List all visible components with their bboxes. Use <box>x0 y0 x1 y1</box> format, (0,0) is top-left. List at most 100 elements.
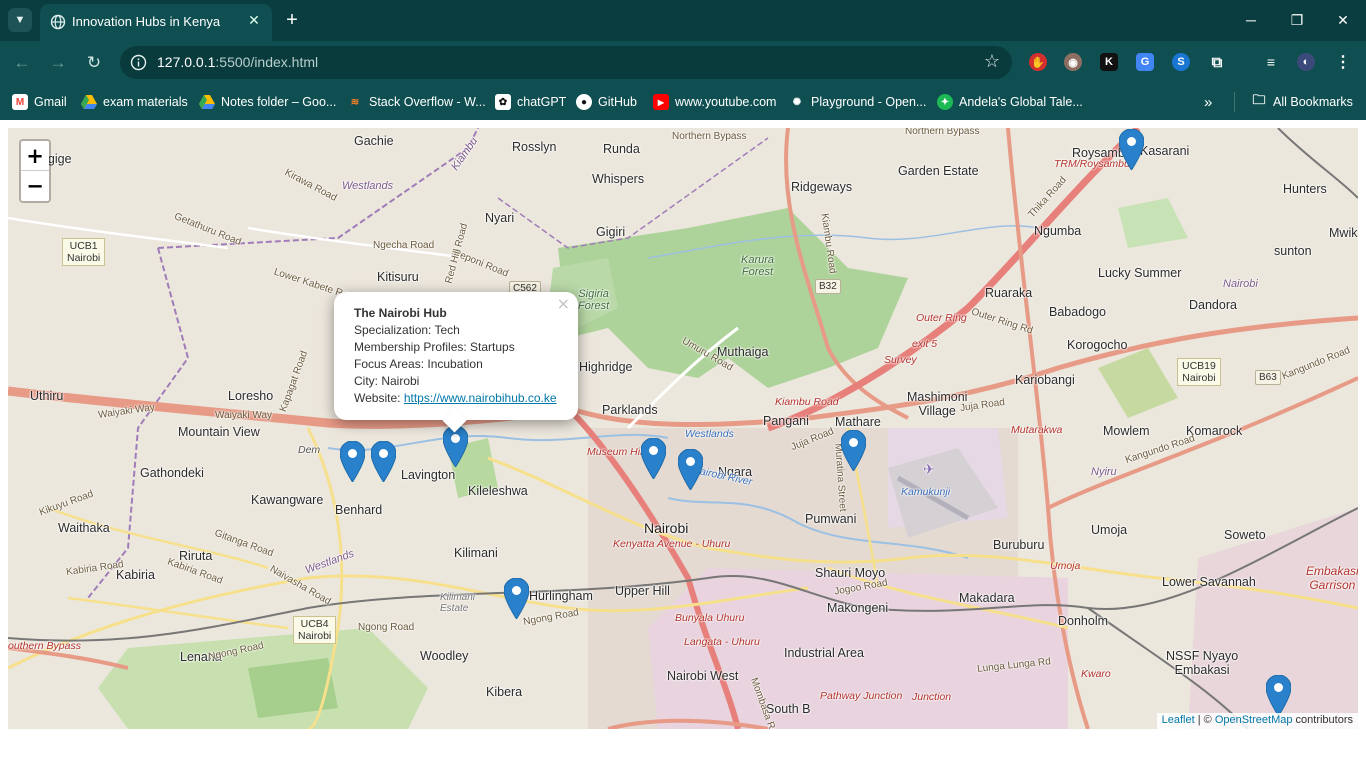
attribution-separator: | © <box>1194 714 1215 726</box>
bookmark-github[interactable]: ● GitHub <box>576 92 637 112</box>
hub-marker[interactable] <box>841 430 866 471</box>
bookmark-label: Andela's Global Tale... <box>959 95 1083 109</box>
road-kwaro: Kwaro <box>1081 668 1111 680</box>
active-tab[interactable]: Innovation Hubs in Kenya ✕ <box>40 4 272 41</box>
restore-button[interactable]: ❐ <box>1274 6 1320 34</box>
site-info-icon[interactable] <box>130 54 147 71</box>
profile-avatar[interactable]: ◐ <box>1297 53 1315 71</box>
road-southern-bypass: outhern Bypass <box>8 640 81 652</box>
bookmark-playground[interactable]: ✺ Playground - Open... <box>789 92 927 112</box>
new-tab-button[interactable]: + <box>280 8 304 32</box>
extension-owl-icon[interactable]: ◉ <box>1064 53 1082 71</box>
extensions-puzzle-icon[interactable]: ⧉ <box>1208 53 1226 71</box>
place-lucky-summer: Lucky Summer <box>1098 266 1182 280</box>
road-umoja: Umoja <box>1050 560 1081 572</box>
popup-specialization: Specialization: Tech <box>354 323 460 337</box>
place-makongeni: Makongeni <box>827 601 889 615</box>
hub-marker-selected[interactable] <box>443 426 468 467</box>
place-donholm: Donholm <box>1058 614 1109 628</box>
label-kamukunji: Kamukunji <box>901 486 951 498</box>
hub-marker[interactable] <box>1266 675 1291 716</box>
bookmark-stackoverflow[interactable]: ≋ Stack Overflow - W... <box>347 92 486 112</box>
place-pangani: Pangani <box>763 414 809 428</box>
close-tab-icon[interactable]: ✕ <box>244 10 264 30</box>
bookmark-chatgpt[interactable]: ✿ chatGPT <box>495 92 566 112</box>
zoom-control: + − <box>19 139 51 203</box>
all-bookmarks-button[interactable]: 🗀 All Bookmarks <box>1234 92 1353 112</box>
back-button[interactable]: ← <box>8 49 36 77</box>
zoom-in-button[interactable]: + <box>21 141 49 171</box>
hub-marker[interactable] <box>504 578 529 619</box>
place-mashimoni-village: Mashimoni Village <box>907 390 968 418</box>
place-kangemi: Dem <box>298 444 321 456</box>
place-woodley: Woodley <box>420 649 469 663</box>
place-nairobi: Nairobi <box>644 520 689 536</box>
airport-icon: ✈ <box>923 461 935 477</box>
globe-icon <box>50 14 66 30</box>
minimize-button[interactable]: ─ <box>1228 6 1274 34</box>
stackoverflow-icon: ≋ <box>350 96 360 108</box>
popup-city: City: Nairobi <box>354 374 420 388</box>
google-translate-icon[interactable]: G <box>1136 53 1154 71</box>
place-kawangware: Kawangware <box>251 493 324 507</box>
road-outer-ring: Outer Ring <box>916 312 967 324</box>
shield-b63: B63 <box>1255 370 1281 385</box>
place-benhard: Benhard <box>335 503 383 517</box>
reading-list-icon[interactable]: ≡ <box>1262 53 1280 71</box>
bookmark-label: exam materials <box>103 95 188 109</box>
ucb4-label: UCB4 Nairobi <box>293 616 337 644</box>
extension-k-icon[interactable]: K <box>1100 53 1118 71</box>
tab-search-button[interactable]: ▼ <box>8 8 32 32</box>
leaflet-link[interactable]: Leaflet <box>1162 714 1195 726</box>
bookmark-label: Notes folder – Goo... <box>221 95 337 109</box>
forward-button[interactable]: → <box>44 49 72 77</box>
bookmark-exam-materials[interactable]: exam materials <box>81 92 188 112</box>
admin-westlands: Westlands <box>342 180 394 192</box>
more-bookmarks-chevron-icon[interactable]: » <box>1204 92 1212 112</box>
extension-s-icon[interactable]: S <box>1172 53 1190 71</box>
popup-membership: Membership Profiles: Startups <box>354 340 515 354</box>
place-nairobi-west: Nairobi West <box>667 669 739 683</box>
road-northern-bypass: Northern Bypass <box>672 131 747 142</box>
extension-hand-icon[interactable]: ✋ <box>1029 53 1047 71</box>
place-makadara: Makadara <box>959 591 1015 605</box>
bookmark-notes-folder[interactable]: Notes folder – Goo... <box>199 92 336 112</box>
bookmark-label: Gmail <box>34 95 67 109</box>
hub-marker[interactable] <box>641 438 666 479</box>
place-buruburu: Buruburu <box>993 538 1045 552</box>
openstreetmap-link[interactable]: OpenStreetMap <box>1215 714 1293 726</box>
hub-marker[interactable] <box>1119 129 1144 170</box>
road-langata: Langata - Uhuru <box>684 636 760 648</box>
map-attribution: Leaflet | © OpenStreetMap contributors <box>1156 713 1358 729</box>
road-kiambu-red: Kiambu Road <box>775 396 839 408</box>
place-komarock: Komarock <box>1186 424 1243 438</box>
place-kilimani: Kilimani <box>454 546 498 560</box>
leaflet-map[interactable]: Gachie Rosslyn Runda Whispers Ridgeways … <box>8 128 1358 729</box>
hub-marker[interactable] <box>371 441 396 482</box>
place-nyari: Nyari <box>485 211 515 225</box>
bookmark-youtube[interactable]: ▶ www.youtube.com <box>653 92 776 112</box>
hub-marker[interactable] <box>340 441 365 482</box>
bookmark-label: www.youtube.com <box>675 95 777 109</box>
zoom-out-button[interactable]: − <box>21 171 49 201</box>
place-kariobangi: Kariobangi <box>1015 373 1075 387</box>
ucb19-label: UCB19 Nairobi <box>1177 358 1221 386</box>
andela-icon: ✦ <box>937 94 953 110</box>
place-upper-hill: Upper Hill <box>615 584 670 598</box>
close-window-button[interactable]: ✕ <box>1320 6 1366 34</box>
openai-icon: ✺ <box>792 96 802 108</box>
bookmark-andela[interactable]: ✦ Andela's Global Tale... <box>937 92 1083 112</box>
popup-close-icon[interactable]: × <box>557 295 570 312</box>
place-whispers: Whispers <box>592 172 645 186</box>
bookmark-gmail[interactable]: M Gmail <box>12 92 67 112</box>
chatgpt-icon: ✿ <box>495 94 511 110</box>
road-survey: Survey <box>884 354 917 366</box>
menu-kebab-icon[interactable]: ⋮ <box>1334 53 1352 71</box>
bookmark-star-icon[interactable]: ☆ <box>984 51 1000 72</box>
page-body: Gachie Rosslyn Runda Whispers Ridgeways … <box>0 120 1366 768</box>
popup-website-link[interactable]: https://www.nairobihub.co.ke <box>404 391 557 405</box>
place-waithaka: Waithaka <box>58 521 110 535</box>
reload-button[interactable]: ↻ <box>80 49 108 77</box>
address-bar[interactable]: 127.0.0.1:5500/index.html ☆ <box>120 46 1012 79</box>
hub-marker[interactable] <box>678 449 703 490</box>
